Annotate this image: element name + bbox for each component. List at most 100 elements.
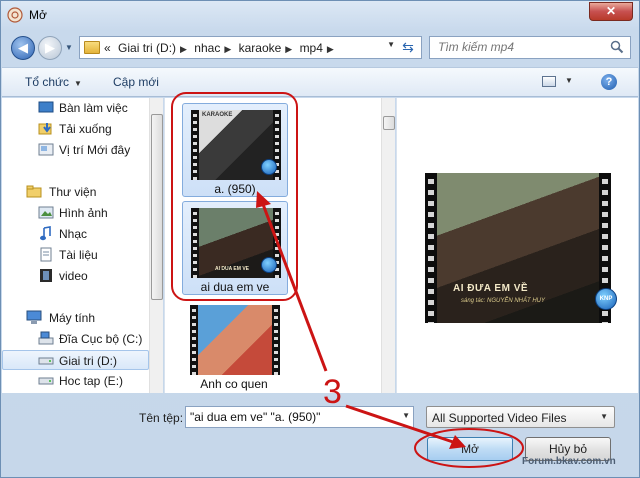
nav-item-label: Giai tri (D:) [59, 354, 117, 368]
chevron-down-icon: ▼ [600, 412, 608, 421]
nav-item-desktop[interactable]: Bàn làm việc [2, 98, 149, 118]
nav-item-label: Máy tính [49, 311, 96, 325]
step-number: 3 [323, 373, 342, 411]
nav-item-libraries[interactable]: Thư viện [2, 182, 149, 202]
forward-button[interactable]: ▶ [38, 36, 62, 60]
recent-pages-dropdown[interactable]: ▼ [65, 43, 75, 53]
knp-badge-icon: KNP [595, 288, 617, 310]
file-item[interactable]: AI DUA EM VE ai dua em ve [182, 201, 288, 295]
video-preview: AI ĐƯA EM VỀ sáng tác: NGUYỄN NHẤT HUY [425, 173, 611, 323]
nav-item-drive-c[interactable]: Đĩa Cục bộ (C:) [2, 329, 149, 349]
file-type-value: All Supported Video Files [432, 411, 567, 425]
search-box[interactable] [429, 36, 631, 59]
nav-item-label: Đĩa Cục bộ (C:) [59, 332, 143, 346]
video-thumbnail [190, 305, 280, 375]
nav-item-drive-e[interactable]: Hoc tap (E:) [2, 371, 149, 391]
nav-item-recent-places[interactable]: Vị trí Mới đây [2, 140, 149, 160]
chevron-down-icon[interactable]: ▼ [402, 411, 410, 420]
documents-icon [40, 247, 52, 262]
breadcrumb-item[interactable]: nhac [194, 41, 220, 55]
libraries-icon [26, 185, 42, 198]
knp-badge-icon [261, 159, 277, 175]
search-icon[interactable] [610, 40, 624, 54]
file-list-scrollbar[interactable] [381, 98, 395, 393]
navigation-pane: Bàn làm việc Tải xuống Vị trí Mới đây Th… [2, 98, 163, 393]
file-name: ai dua em ve [200, 280, 270, 294]
nav-item-label: Tải xuống [59, 122, 112, 136]
filename-combo[interactable]: ▼ [185, 406, 414, 428]
computer-icon [26, 310, 42, 324]
file-list: KARAOKE a. (950) AI DUA EM VE ai dua em … [164, 98, 395, 393]
drive-icon [38, 357, 54, 365]
app-icon [7, 7, 23, 23]
file-item[interactable]: Anh co quen [182, 299, 288, 393]
thumbnail-caption: KARAOKE [202, 112, 233, 118]
nav-scrollbar-thumb[interactable] [151, 114, 163, 300]
filename-label: Tên tệp: [139, 411, 184, 425]
nav-item-label: Bàn làm việc [59, 101, 128, 115]
nav-item-label: Vị trí Mới đây [59, 143, 131, 157]
chevron-right-icon[interactable]: ▶ [285, 44, 292, 54]
preview-subtitle: sáng tác: NGUYỄN NHẤT HUY [461, 298, 546, 304]
breadcrumb-item[interactable]: Giai tri (D:) [118, 41, 176, 55]
back-arrow-icon: ◀ [18, 40, 28, 55]
breadcrumb: « Giai tri (D:) ▶ nhac ▶ karaoke ▶ mp4 ▶ [104, 41, 338, 55]
nav-scrollbar[interactable] [149, 98, 163, 393]
chevron-right-icon[interactable]: ▶ [327, 44, 334, 54]
chevron-right-icon[interactable]: ▶ [180, 44, 187, 54]
filename-field[interactable] [190, 410, 390, 424]
file-type-select[interactable]: All Supported Video Files ▼ [426, 406, 615, 428]
knp-badge-icon [261, 257, 277, 273]
address-bar[interactable]: « Giai tri (D:) ▶ nhac ▶ karaoke ▶ mp4 ▶ ▼ ⇆ [79, 36, 422, 59]
nav-item-label: Hình ảnh [59, 206, 108, 220]
file-name: Anh co quen [200, 377, 268, 391]
address-dropdown-icon[interactable]: ▼ [387, 40, 395, 49]
organize-button[interactable]: Tổ chức ▼ [25, 75, 82, 89]
watermark: Forum.bkav.com.vn [522, 456, 616, 467]
nav-item-drive-d[interactable]: Giai tri (D:) [2, 350, 149, 370]
thumbnail-caption: AI DUA EM VE [215, 266, 249, 272]
command-bar: Tổ chức ▼ Cập mới ▼ ? [2, 67, 638, 97]
folder-icon [84, 41, 100, 54]
forward-arrow-icon: ▶ [45, 40, 55, 55]
open-file-dialog: Mở ✕ ◀ ▶ ▼ « Giai tri (D:) ▶ nhac ▶ karaok… [0, 0, 640, 478]
nav-item-computer[interactable]: Máy tính [2, 308, 149, 328]
nav-item-label: video [59, 269, 88, 283]
local-disk-icon [38, 331, 54, 345]
breadcrumb-item[interactable]: mp4 [300, 41, 323, 55]
nav-item-label: Nhạc [59, 227, 88, 241]
preview-title: AI ĐƯA EM VỀ [453, 283, 529, 294]
chevron-right-icon[interactable]: ▶ [224, 44, 231, 54]
video-icon [40, 269, 52, 282]
nav-item-label: Hoc tap (E:) [59, 374, 124, 388]
file-list-scrollbar-thumb[interactable] [383, 116, 395, 130]
nav-item-label: Thư viện [49, 185, 97, 199]
title-bar: Mở ✕ [1, 1, 639, 29]
change-view-icon[interactable] [542, 76, 556, 87]
search-input[interactable] [438, 40, 598, 54]
chevron-down-icon: ▼ [74, 79, 82, 88]
recent-places-icon [38, 143, 54, 156]
breadcrumb-overflow[interactable]: « [104, 41, 111, 55]
view-options-dropdown[interactable]: ▼ [565, 76, 573, 85]
nav-item-video[interactable]: video [2, 266, 149, 286]
refresh-icon[interactable]: ⇆ [399, 39, 417, 56]
nav-item-downloads[interactable]: Tải xuống [2, 119, 149, 139]
nav-item-label: Tài liệu [59, 248, 98, 262]
nav-item-documents[interactable]: Tài liệu [2, 245, 149, 265]
file-item[interactable]: KARAOKE a. (950) [182, 103, 288, 197]
organize-label: Tổ chức [25, 75, 70, 89]
drive-icon [38, 377, 54, 385]
nav-item-music[interactable]: Nhạc [2, 224, 149, 244]
pictures-icon [38, 206, 54, 219]
open-button[interactable]: Mở [427, 437, 513, 461]
nav-item-pictures[interactable]: Hình ảnh [2, 203, 149, 223]
breadcrumb-item[interactable]: karaoke [239, 41, 282, 55]
help-icon[interactable]: ? [601, 74, 617, 90]
new-folder-button[interactable]: Cập mới [113, 75, 159, 89]
file-name: a. (950) [214, 182, 256, 196]
window-title: Mở [29, 8, 47, 22]
close-button[interactable]: ✕ [589, 2, 633, 21]
back-button[interactable]: ◀ [11, 36, 35, 60]
music-icon [40, 226, 51, 241]
